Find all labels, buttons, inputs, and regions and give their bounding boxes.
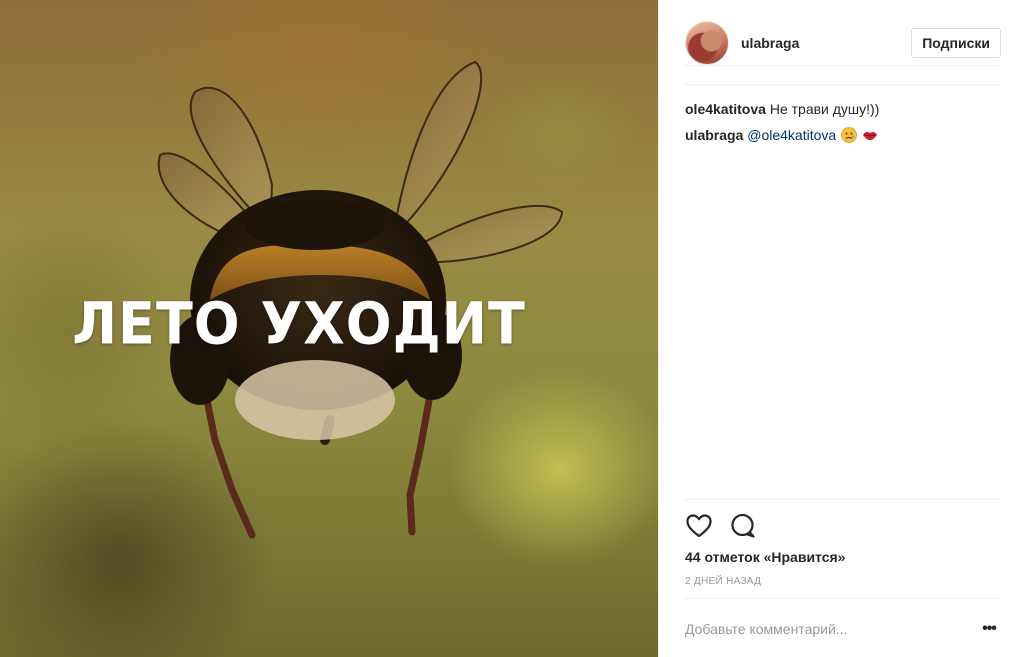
comment-input[interactable] [685, 621, 977, 637]
comment-item: ulabraga @ole4katitova [685, 126, 1001, 144]
likes-count[interactable]: 44 отметок «Нравится» [685, 549, 845, 565]
post-username[interactable]: ulabraga [741, 35, 799, 51]
heart-icon[interactable] [685, 512, 713, 540]
avatar[interactable] [685, 20, 729, 65]
post-actions [685, 512, 757, 540]
disappointed-face-icon [841, 127, 857, 143]
comment-author[interactable]: ulabraga [685, 127, 743, 143]
post-timestamp: 2 дней назад [685, 576, 762, 587]
post-sidebar: ulabraga Подписки ole4katitova Не трави … [658, 0, 1024, 657]
comment-icon[interactable] [729, 512, 757, 540]
comment-mention[interactable]: @ole4katitova [747, 127, 836, 143]
following-button[interactable]: Подписки [911, 27, 1001, 58]
actions-divider [685, 499, 1001, 500]
comments-list: ole4katitova Не трави душу!)) ulabraga @… [685, 100, 1001, 152]
add-comment-form: ••• [685, 614, 1001, 644]
photo-caption-text: ЛЕТО УХОДИТ [72, 289, 526, 358]
more-options-icon[interactable]: ••• [977, 617, 1001, 641]
comment-divider [685, 598, 1001, 599]
lips-icon [862, 131, 877, 141]
post-header: ulabraga Подписки [685, 20, 1001, 66]
instagram-post: ЛЕТО УХОДИТ ulabraga Подписки ole4katito… [0, 0, 1024, 657]
post-photo[interactable]: ЛЕТО УХОДИТ [0, 0, 658, 657]
comment-author[interactable]: ole4katitova [685, 101, 766, 117]
header-divider [685, 84, 1001, 85]
comment-text: Не трави душу!)) [769, 101, 880, 117]
comment-item: ole4katitova Не трави душу!)) [685, 100, 1001, 118]
